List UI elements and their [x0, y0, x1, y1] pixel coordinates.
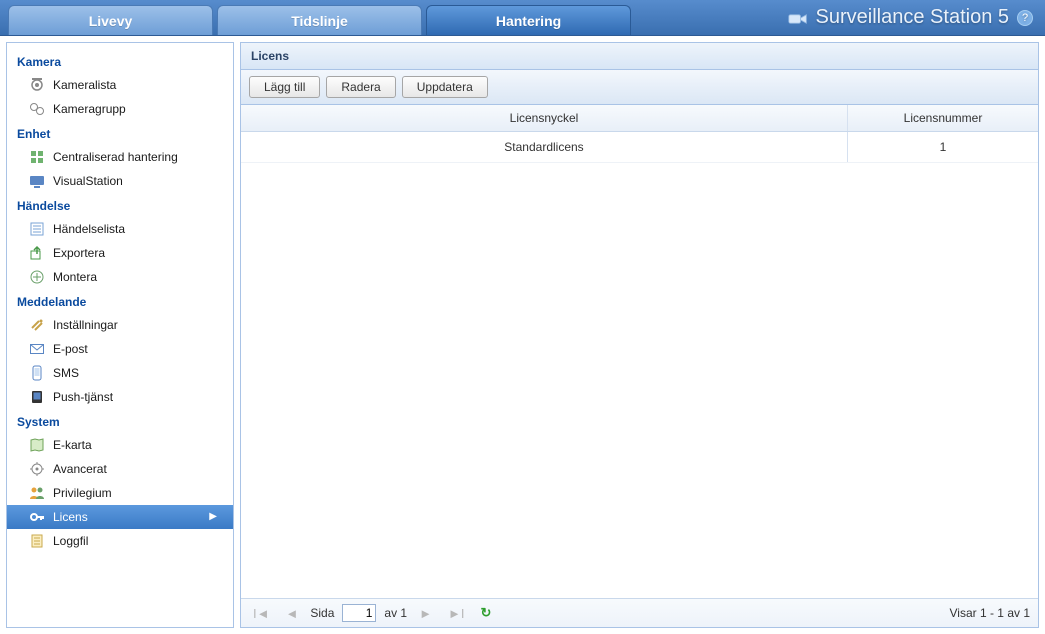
delete-button[interactable]: Radera	[326, 76, 395, 98]
app-title: Surveillance Station 5 ?	[788, 0, 1045, 35]
sidebar-item-label: Privilegium	[53, 484, 112, 502]
sidebar-item-label: Händelselista	[53, 220, 125, 238]
sidebar-item-visualstation[interactable]: VisualStation▶	[7, 169, 233, 193]
advanced-icon	[29, 461, 45, 477]
event-list-icon	[29, 221, 45, 237]
sidebar-item-label: Push-tjänst	[53, 388, 113, 406]
sidebar-item-sms[interactable]: SMS▶	[7, 361, 233, 385]
export-icon	[29, 245, 45, 261]
sidebar-item-loggfil[interactable]: Loggfil▶	[7, 529, 233, 553]
next-page-icon: ►	[419, 606, 432, 621]
cell-license-number: 1	[848, 132, 1038, 162]
pager-refresh-button[interactable]: ↻	[476, 603, 495, 623]
sidebar-item-inst-llningar[interactable]: Inställningar▶	[7, 313, 233, 337]
last-page-icon: ►I	[448, 606, 464, 621]
sidebar-item-montera[interactable]: Montera▶	[7, 265, 233, 289]
centralized-icon	[29, 149, 45, 165]
mount-icon	[29, 269, 45, 285]
sidebar-item-label: SMS	[53, 364, 79, 382]
main-tabs: Livevy Tidslinje Hantering	[0, 0, 635, 35]
pager-first-button[interactable]: I◄	[249, 604, 273, 623]
pager: I◄ ◄ Sida av 1 ► ►I ↻ Visar 1 - 1 av 1	[241, 598, 1038, 627]
pager-prev-button[interactable]: ◄	[281, 604, 302, 623]
surveillance-camera-icon	[788, 10, 808, 26]
pager-status: Visar 1 - 1 av 1	[950, 606, 1030, 620]
table-row[interactable]: Standardlicens1	[241, 132, 1038, 163]
column-license-number[interactable]: Licensnummer	[848, 105, 1038, 131]
sidebar-item-label: Montera	[53, 268, 97, 286]
sidebar-item-exportera[interactable]: Exportera▶	[7, 241, 233, 265]
pager-last-button[interactable]: ►I	[444, 604, 468, 623]
sidebar-item-label: Centraliserad hantering	[53, 148, 178, 166]
sidebar-item-label: Avancerat	[53, 460, 107, 478]
prev-page-icon: ◄	[285, 606, 298, 621]
help-icon[interactable]: ?	[1017, 10, 1033, 26]
nav-section-title: Meddelande	[7, 289, 233, 313]
nav-section-title: Händelse	[7, 193, 233, 217]
privilege-icon	[29, 485, 45, 501]
chevron-right-icon: ▶	[209, 508, 223, 526]
sidebar-item-label: Kameralista	[53, 76, 116, 94]
refresh-icon: ↻	[480, 605, 491, 620]
log-icon	[29, 533, 45, 549]
pager-next-button[interactable]: ►	[415, 604, 436, 623]
sidebar-item-label: Kameragrupp	[53, 100, 126, 118]
content-panel: Licens Lägg till Radera Uppdatera Licens…	[240, 42, 1039, 628]
first-page-icon: I◄	[253, 606, 269, 621]
push-icon	[29, 389, 45, 405]
sidebar-item-label: Licens	[53, 508, 88, 526]
sidebar-item-h-ndelselista[interactable]: Händelselista▶	[7, 217, 233, 241]
sidebar-item-licens[interactable]: Licens ▶	[7, 505, 233, 529]
pager-of-label: av 1	[384, 606, 407, 620]
workspace: KameraKameralista▶Kameragrupp▶EnhetCentr…	[0, 36, 1045, 634]
table-header: Licensnyckel Licensnummer	[241, 105, 1038, 132]
sidebar-item-e-post[interactable]: E-post▶	[7, 337, 233, 361]
add-button[interactable]: Lägg till	[249, 76, 320, 98]
pager-page-input[interactable]	[342, 604, 376, 622]
nav-section-title: System	[7, 409, 233, 433]
app-title-text: Surveillance Station 5	[816, 6, 1009, 29]
mail-icon	[29, 341, 45, 357]
table-body: Standardlicens1	[241, 132, 1038, 598]
toolbar: Lägg till Radera Uppdatera	[241, 70, 1038, 105]
tab-timeline[interactable]: Tidslinje	[217, 5, 422, 35]
sidebar-item-label: E-karta	[53, 436, 92, 454]
settings-icon	[29, 317, 45, 333]
camera-group-icon	[29, 101, 45, 117]
sidebar-item-push-tj-nst[interactable]: Push-tjänst▶	[7, 385, 233, 409]
tab-liveview[interactable]: Livevy	[8, 5, 213, 35]
pager-page-label: Sida	[310, 606, 334, 620]
sidebar-item-label: Exportera	[53, 244, 105, 262]
sidebar-item-centraliserad-hantering[interactable]: Centraliserad hantering▶	[7, 145, 233, 169]
camera-icon	[29, 77, 45, 93]
sms-icon	[29, 365, 45, 381]
visualstation-icon	[29, 173, 45, 189]
update-button[interactable]: Uppdatera	[402, 76, 488, 98]
cell-license-key: Standardlicens	[241, 132, 848, 162]
sidebar-item-avancerat[interactable]: Avancerat▶	[7, 457, 233, 481]
map-icon	[29, 437, 45, 453]
sidebar-item-label: VisualStation	[53, 172, 123, 190]
top-bar: Livevy Tidslinje Hantering Surveillance …	[0, 0, 1045, 36]
nav-section-title: Enhet	[7, 121, 233, 145]
nav-section-title: Kamera	[7, 49, 233, 73]
sidebar-item-kameragrupp[interactable]: Kameragrupp▶	[7, 97, 233, 121]
sidebar: KameraKameralista▶Kameragrupp▶EnhetCentr…	[6, 42, 234, 628]
sidebar-item-e-karta[interactable]: E-karta▶	[7, 433, 233, 457]
sidebar-item-label: Inställningar	[53, 316, 118, 334]
key-icon	[29, 509, 45, 525]
column-license-key[interactable]: Licensnyckel	[241, 105, 848, 131]
sidebar-item-label: Loggfil	[53, 532, 88, 550]
sidebar-item-kameralista[interactable]: Kameralista▶	[7, 73, 233, 97]
sidebar-item-label: E-post	[53, 340, 88, 358]
sidebar-item-privilegium[interactable]: Privilegium▶	[7, 481, 233, 505]
tab-management[interactable]: Hantering	[426, 5, 631, 35]
panel-title: Licens	[241, 43, 1038, 70]
